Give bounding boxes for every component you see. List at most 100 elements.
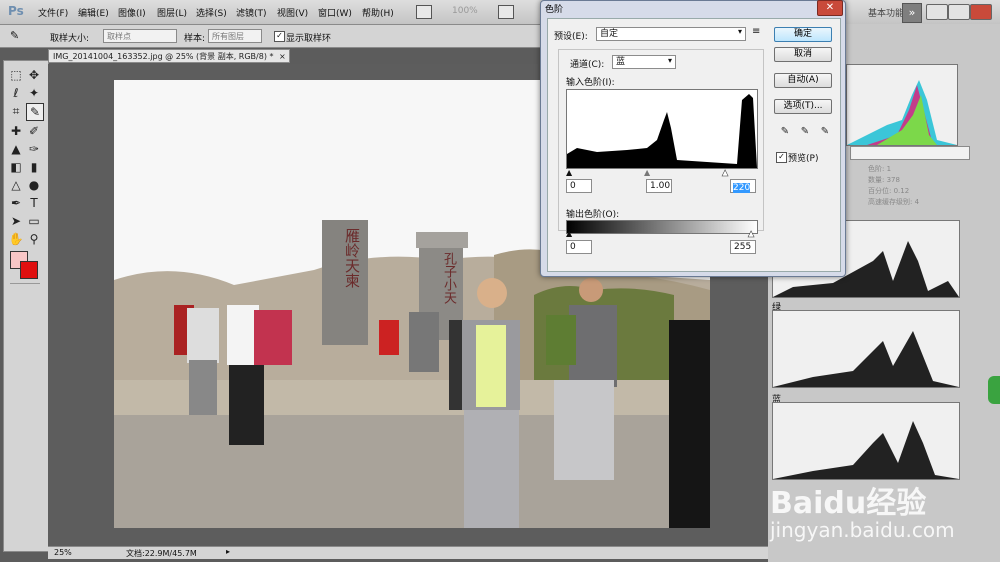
ok-button[interactable]: 确定 (774, 27, 832, 42)
stone-inscription-1: 雁岭天柬 (343, 228, 361, 288)
healing-tool-icon[interactable]: ✚ (8, 123, 24, 139)
menu-window[interactable]: 窗口(W) (318, 6, 352, 19)
channel-arrow-icon[interactable]: ▾ (668, 56, 672, 65)
tools-panel: ⬚ ✥ ℓ ✦ ⌗ ✎ ✚ ✐ ▲ ✑ ◧ ▮ △ ● ✒ T ➤ ▭ ✋ ⚲ (3, 60, 49, 552)
minimize-button[interactable] (926, 4, 948, 20)
background-color-swatch[interactable] (20, 261, 38, 279)
sample-size-select[interactable]: 取样点 (103, 29, 177, 43)
screen-mode-icon[interactable] (416, 5, 432, 19)
histogram-channel-select[interactable] (850, 146, 970, 160)
status-arrow-icon[interactable]: ▸ (226, 547, 230, 556)
marquee-tool-icon[interactable]: ⬚ (8, 67, 24, 83)
document-tab-label: IMG_20141004_163352.jpg @ 25% (背景 副本, RG… (53, 52, 274, 61)
menu-image[interactable]: 图像(I) (118, 6, 146, 19)
input-black-field[interactable]: 0 (566, 179, 592, 193)
preset-label: 预设(E): (554, 32, 588, 42)
auto-button[interactable]: 自动(A) (774, 73, 832, 88)
zoom-level[interactable]: 100% (452, 6, 478, 16)
watermark-logo: Baidu经验 (770, 486, 927, 521)
output-levels-label: 输出色阶(O): (566, 210, 620, 220)
show-ring-checkbox[interactable]: ✓ (274, 31, 285, 42)
menu-edit[interactable]: 编辑(E) (78, 6, 109, 19)
dialog-body: 预设(E): 自定 ▾ ≡ 通道(C): 蓝 ▾ 输入色阶(I): ▲ ▲ ▲ … (547, 18, 841, 272)
output-gradient (566, 220, 758, 234)
stat-percentile: 百分位: 0.12 (868, 187, 910, 195)
watermark-url: jingyan.baidu.com (770, 518, 955, 542)
black-eyedropper-icon[interactable]: ✎ (778, 125, 792, 139)
preview-label: 预览(P) (788, 154, 819, 164)
dialog-title: 色阶 (545, 5, 564, 15)
output-white-field[interactable]: 255 (730, 240, 756, 254)
move-tool-icon[interactable]: ✥ (26, 67, 42, 83)
brush-tool-icon[interactable]: ✐ (26, 123, 42, 139)
eyedropper-icon[interactable]: ✎ (10, 29, 19, 42)
eraser-tool-icon[interactable]: ◧ (8, 159, 24, 175)
quick-select-icon[interactable]: ✦ (26, 85, 42, 101)
history-brush-icon[interactable]: ✑ (26, 141, 42, 157)
input-gamma-slider[interactable]: ▲ (644, 168, 650, 177)
menu-help[interactable]: 帮助(H) (362, 6, 394, 19)
workspace-arrow-icon[interactable]: » (902, 3, 922, 23)
crop-tool-icon[interactable]: ⌗ (8, 103, 24, 119)
channel-select[interactable]: 蓝 (612, 55, 676, 69)
gray-eyedropper-icon[interactable]: ✎ (798, 125, 812, 139)
lasso-tool-icon[interactable]: ℓ (8, 85, 24, 101)
blur-tool-icon[interactable]: △ (8, 177, 24, 193)
stone-inscription-2: 孔子小天 (441, 252, 456, 304)
stat-count: 数量: 378 (868, 176, 900, 184)
dialog-close-icon[interactable]: ✕ (817, 0, 843, 16)
menu-file[interactable]: 文件(F) (38, 6, 68, 19)
input-white-field[interactable]: 220 (730, 179, 756, 193)
restore-button[interactable] (948, 4, 970, 20)
menu-view[interactable]: 视图(V) (277, 6, 308, 19)
document-tab[interactable]: IMG_20141004_163352.jpg @ 25% (背景 副本, RG… (48, 49, 290, 63)
stamp-tool-icon[interactable]: ▲ (8, 141, 24, 157)
status-zoom[interactable]: 25% (54, 548, 72, 557)
options-button[interactable]: 选项(T)... (774, 99, 832, 114)
menu-bar: Ps 文件(F) 编辑(E) 图像(I) 图层(L) 选择(S) 滤镜(T) 视… (0, 0, 1000, 25)
close-doc-icon[interactable]: × (279, 50, 286, 64)
workspace-essentials[interactable]: 基本功能 (868, 6, 904, 19)
sample-select[interactable]: 所有图层 (208, 29, 262, 43)
gradient-tool-icon[interactable]: ▮ (26, 159, 42, 175)
status-doc-size: 文档:22.9M/45.7M (126, 549, 197, 558)
divider (10, 283, 40, 284)
histogram-stats: 色阶: 1 数量: 378 百分位: 0.12 高速缓存级别: 4 (868, 164, 919, 208)
menu-filter[interactable]: 滤镜(T) (236, 6, 267, 19)
menu-layer[interactable]: 图层(L) (157, 6, 187, 19)
stat-cache: 高速缓存级别: 4 (868, 198, 920, 206)
input-levels-label: 输入色阶(I): (566, 78, 615, 88)
stat-level: 色阶: 1 (868, 165, 892, 173)
shape-tool-icon[interactable]: ▭ (26, 213, 42, 229)
input-black-slider[interactable]: ▲ (566, 168, 572, 177)
ps-logo: Ps (8, 4, 24, 18)
side-green-tab[interactable] (988, 376, 1000, 404)
white-eyedropper-icon[interactable]: ✎ (818, 125, 832, 139)
path-select-icon[interactable]: ➤ (8, 213, 24, 229)
input-white-selected: 220 (733, 183, 751, 193)
zoom-tool-icon[interactable]: ⚲ (26, 231, 42, 247)
input-gamma-field[interactable]: 1.00 (646, 179, 672, 193)
show-ring-label: 显示取样环 (286, 34, 332, 44)
hand-tool-icon[interactable]: ✋ (8, 231, 24, 247)
preset-arrow-icon[interactable]: ▾ (738, 27, 742, 36)
histogram-green-graph (772, 310, 960, 388)
preview-checkbox[interactable]: ✓ (776, 152, 787, 163)
preset-menu-icon[interactable]: ≡ (752, 26, 760, 37)
type-tool-icon[interactable]: T (26, 195, 42, 211)
sample-size-label: 取样大小: (50, 34, 90, 44)
arrange-icon[interactable] (498, 5, 514, 19)
dodge-tool-icon[interactable]: ● (26, 177, 42, 193)
levels-dialog: 色阶 ✕ 预设(E): 自定 ▾ ≡ 通道(C): 蓝 ▾ 输入色阶(I): ▲… (540, 0, 846, 277)
cancel-button[interactable]: 取消 (774, 47, 832, 62)
preset-select[interactable]: 自定 (596, 27, 746, 41)
status-bar: 25% 文档:22.9M/45.7M ▸ (48, 546, 788, 559)
input-white-slider[interactable]: ▲ (722, 168, 729, 178)
output-black-field[interactable]: 0 (566, 240, 592, 254)
menu-select[interactable]: 选择(S) (196, 6, 227, 19)
output-black-slider[interactable]: ▲ (566, 229, 572, 238)
pen-tool-icon[interactable]: ✒ (8, 195, 24, 211)
close-app-button[interactable] (970, 4, 992, 20)
output-white-slider[interactable]: ▲ (748, 229, 755, 239)
eyedropper-tool-icon[interactable]: ✎ (26, 103, 44, 121)
